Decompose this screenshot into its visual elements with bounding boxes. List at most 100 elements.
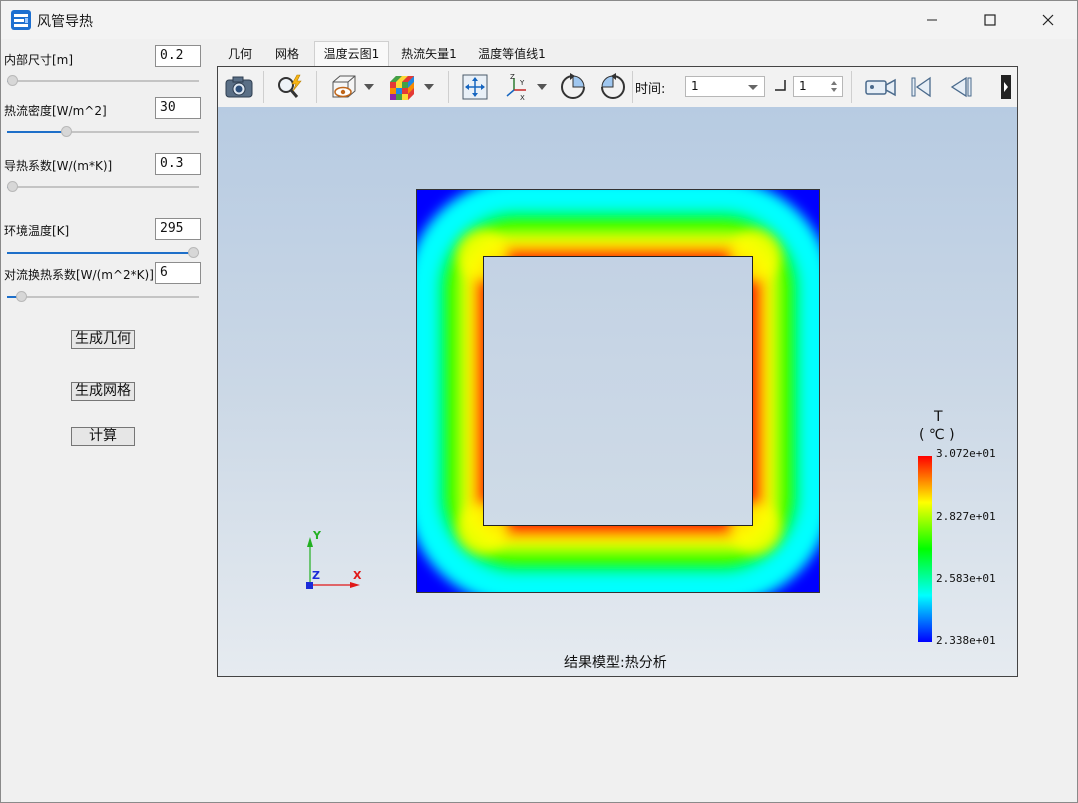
step-back-icon [950, 76, 972, 98]
tab-temperature-contour[interactable]: 温度云图1 [314, 41, 389, 67]
step-spinbox-value: 1 [799, 79, 807, 93]
conductivity-label: 导热系数[W/(m*K)] [4, 159, 113, 173]
minimize-button[interactable] [903, 1, 961, 39]
toolbar-separator [851, 71, 852, 103]
zoom-lightning-icon [278, 74, 302, 98]
svg-text:Y: Y [519, 79, 525, 87]
tab-heat-flux-vector[interactable]: 热流矢量1 [395, 43, 463, 65]
slider-thumb[interactable] [188, 247, 199, 258]
time-select[interactable]: 1 [685, 76, 765, 97]
legend-label: 2.583e+01 [936, 572, 996, 585]
close-icon [1042, 14, 1054, 26]
x-axis-label: X [353, 569, 362, 582]
camera-icon [225, 76, 253, 98]
slider-thumb[interactable] [7, 181, 18, 192]
generate-geometry-button[interactable]: 生成几何 [71, 330, 135, 349]
display-mode-button[interactable] [326, 73, 360, 101]
toolbar-separator [316, 71, 317, 103]
toolbar-separator [263, 71, 264, 103]
z-axis-marker [306, 582, 313, 589]
rotate-counterclockwise-icon [601, 73, 625, 99]
slider-thumb[interactable] [61, 126, 73, 137]
more-tools-button[interactable] [998, 73, 1014, 101]
chevron-down-icon[interactable] [364, 84, 374, 90]
ambient-temp-label: 环境温度[K] [4, 224, 70, 238]
tab-temperature-isoline[interactable]: 温度等值线1 [473, 43, 551, 65]
slider-fill [7, 252, 194, 254]
fit-view-icon [462, 74, 488, 100]
ambient-temp-input[interactable]: 295 [155, 218, 201, 240]
heat-flux-slider[interactable] [7, 126, 199, 138]
slider-track [7, 186, 199, 188]
window-title: 风管导热 [37, 14, 93, 30]
convection-slider[interactable] [7, 291, 199, 303]
result-tabs: 几何 网格 温度云图1 热流矢量1 温度等值线1 [217, 41, 1017, 67]
result-viewer: Z Y X 时间: 1 1 Y X Z T (℃) 3.072e+01 2.… [217, 66, 1018, 677]
conductivity-slider[interactable] [7, 181, 199, 193]
time-label: 时间: [635, 82, 666, 97]
tab-mesh[interactable]: 网格 [267, 43, 307, 65]
color-cube-icon [390, 76, 414, 100]
result-model-caption: 结果模型:热分析 [564, 655, 667, 671]
rotate-clockwise-icon [561, 73, 585, 99]
z-axis-label: Z [312, 569, 320, 582]
previous-frame-button[interactable] [946, 73, 976, 101]
chevron-down-icon[interactable] [424, 84, 434, 90]
legend-unit: ( ℃ ) [919, 427, 955, 443]
inner-size-input[interactable]: 0.2 [155, 45, 201, 67]
screenshot-button[interactable] [222, 73, 256, 101]
coordinate-triad: Y X Z [306, 529, 362, 589]
maximize-icon [984, 14, 996, 26]
parameter-panel: 内部尺寸[m] 0.2 热流密度[W/m^2] 30 导热系数[W/(m*K)]… [1, 39, 215, 801]
toolbar-separator [632, 71, 633, 103]
spin-down-icon[interactable] [831, 88, 837, 92]
video-camera-icon [865, 78, 896, 97]
render-viewport[interactable]: Y X Z T ( ℃ ) 3.072e+01 2.827e+01 2.583e… [218, 107, 1017, 676]
ambient-temp-slider[interactable] [7, 247, 199, 259]
legend-title: T [934, 409, 943, 425]
slider-fill [7, 131, 67, 133]
heat-flux-label: 热流密度[W/m^2] [4, 104, 107, 118]
svg-text:Z: Z [510, 73, 515, 81]
maximize-button[interactable] [961, 1, 1019, 39]
chevron-down-icon [748, 85, 758, 90]
viewer-toolbar: Z Y X 时间: 1 1 [218, 67, 1017, 108]
heat-flux-input[interactable]: 30 [155, 97, 201, 119]
minimize-icon [927, 19, 937, 21]
duct-interior [483, 256, 753, 526]
fit-view-button[interactable] [458, 73, 492, 101]
record-video-button[interactable] [861, 73, 901, 101]
close-button[interactable] [1019, 1, 1077, 39]
inner-size-slider[interactable] [7, 75, 199, 87]
rotate-cw-button[interactable] [558, 73, 588, 101]
legend-min-label: 2.338e+01 [936, 634, 996, 647]
chevron-down-icon[interactable] [537, 84, 547, 90]
convection-input[interactable]: 6 [155, 262, 201, 284]
generate-mesh-button[interactable]: 生成网格 [71, 382, 135, 401]
convection-label: 对流换热系数[W/(m^2*K)] [4, 268, 154, 282]
y-axis-label: Y [312, 529, 322, 542]
spin-up-icon[interactable] [831, 81, 837, 85]
tab-geometry[interactable]: 几何 [221, 43, 259, 65]
skip-back-icon [911, 76, 931, 98]
legend-max-label: 3.072e+01 [936, 447, 996, 460]
slider-thumb[interactable] [16, 291, 28, 302]
rotate-ccw-button[interactable] [598, 73, 628, 101]
x-axis-arrow [350, 582, 360, 588]
slider-track [7, 296, 199, 298]
legend-label: 2.827e+01 [936, 510, 996, 523]
zoom-fit-button[interactable] [273, 73, 307, 101]
step-icon [775, 80, 786, 91]
time-select-value: 1 [691, 79, 699, 93]
compute-button[interactable]: 计算 [71, 427, 135, 446]
contour-mode-button[interactable] [385, 73, 419, 101]
conductivity-input[interactable]: 0.3 [155, 153, 201, 175]
step-spinbox[interactable]: 1 [793, 76, 843, 97]
overflow-icon [1001, 75, 1011, 99]
color-legend-bar [918, 456, 932, 642]
first-frame-button[interactable] [906, 73, 936, 101]
axis-view-button[interactable]: Z Y X [500, 73, 534, 101]
title-bar: 风管导热 [1, 1, 1077, 39]
inner-size-label: 内部尺寸[m] [4, 53, 74, 67]
slider-thumb[interactable] [7, 75, 18, 86]
